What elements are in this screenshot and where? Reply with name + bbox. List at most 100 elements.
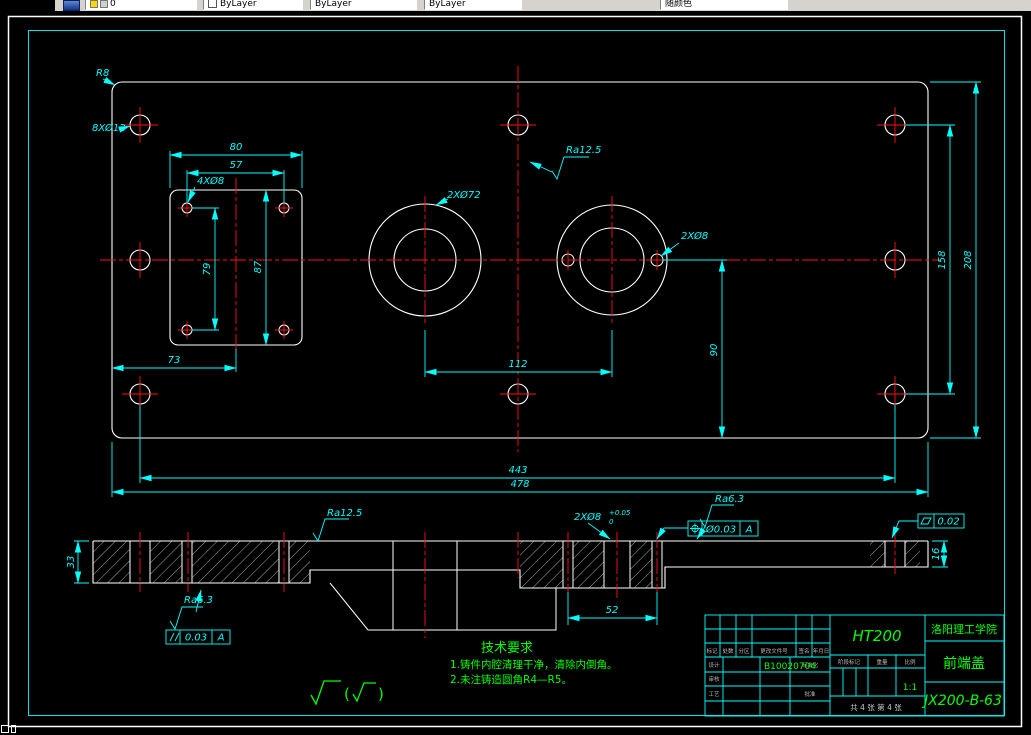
dim-text: 57 <box>230 160 243 171</box>
dim-text: 443 <box>508 465 527 476</box>
linetype-combo[interactable]: ByLayer <box>310 0 417 10</box>
layer-state-icon <box>90 0 98 8</box>
dim-text: 478 <box>510 479 529 490</box>
position-tolerance-frame: Ø0.03 A <box>656 520 759 540</box>
flatness-tolerance-frame: 0.02 <box>891 513 965 539</box>
roughness-icon <box>312 518 349 543</box>
sheet-border <box>7 15 1023 728</box>
section-hatch <box>93 541 920 588</box>
label-r8: R8 <box>96 68 116 86</box>
app-icon <box>63 0 80 11</box>
tech-req-title: 技术要求 <box>481 641 533 656</box>
dim-text: 79 <box>202 263 213 276</box>
color-combo-value: ByLayer <box>220 0 257 9</box>
label-design: 设计 <box>708 661 720 669</box>
lineweight-combo-value: ByLayer <box>429 0 466 9</box>
dim-90: 90 <box>663 259 727 439</box>
label-stage: 阶段标记 <box>838 658 861 666</box>
outer-border <box>7 15 1023 728</box>
roughness-icon <box>169 606 203 631</box>
flatness-symbol-icon <box>920 517 932 525</box>
screen-corner-artifact <box>1 725 16 735</box>
datum-ref: A <box>217 633 225 644</box>
layer-combo[interactable]: 0 <box>85 0 197 10</box>
roughness-text: Ra6.3 <box>715 494 744 505</box>
school-name: 洛阳理工学院 <box>931 622 997 636</box>
roughness-icon <box>551 156 589 181</box>
roughness-ra63-left: Ra6.3 0.03 A <box>165 589 231 645</box>
tech-req-line2: 2.未注铸造圆角R4—R5。 <box>450 673 572 686</box>
parallelism-symbol-icon <box>169 632 180 642</box>
layer-lock-icon <box>100 0 108 8</box>
tolerance-upper: +0.05 <box>609 509 631 517</box>
roughness-text: Ra12.5 <box>566 145 601 156</box>
position-symbol-icon <box>690 523 700 534</box>
dim-33: 33 <box>66 540 89 584</box>
flange-holes-8 <box>181 202 290 336</box>
dim-text: 90 <box>709 344 720 357</box>
dim-text: 2XØ8 <box>574 511 601 523</box>
sheet-info: 共 4 张 第 4 张 <box>850 702 902 712</box>
roughness-icon <box>310 680 341 706</box>
color-swatch <box>208 0 217 8</box>
title-block: 标记 处数 分区 更改文件号 签名 年月日 设计 审核 工艺 标准化 批准 B1… <box>704 614 1005 717</box>
label-8xd12: 8XØ12 <box>92 122 131 134</box>
label-mark: 标记 <box>706 647 718 655</box>
dim-112: 112 <box>424 330 613 377</box>
dim-text: 4XØ8 <box>197 175 224 187</box>
lineweight-combo[interactable]: ByLayer <box>424 0 522 10</box>
label-scale: 比例 <box>904 658 916 666</box>
tolerance-value: Ø0.03 <box>705 524 736 536</box>
label-approve: 批准 <box>804 690 816 698</box>
tolerance-value: 0.02 <box>937 517 959 528</box>
cad-application-window: 0 ByLayer ByLayer ByLayer 随颜色 80 57 4XØ8… <box>0 0 1031 735</box>
label-doc-no: 更改文件号 <box>760 647 788 655</box>
material-value: HT200 <box>852 627 901 645</box>
roughness-ra125-top: Ra12.5 <box>529 145 601 181</box>
label-zone: 分区 <box>738 647 750 655</box>
datum-ref: A <box>745 525 753 536</box>
layer-combo-value: 0 <box>110 0 116 9</box>
centerlines <box>100 66 940 452</box>
dim-text: 33 <box>66 556 77 569</box>
dim-text: 2XØ8 <box>681 230 708 242</box>
label-date: 年月日 <box>813 647 830 655</box>
roughness-icon <box>352 682 376 703</box>
label-2xd72: 2XØ72 <box>435 189 481 206</box>
dim-text: R8 <box>96 68 109 79</box>
dim-text: 8XØ12 <box>92 122 126 134</box>
dim-16: 16 <box>931 540 948 568</box>
artifact-box-icon <box>11 725 16 733</box>
dim-text: 87 <box>253 260 264 273</box>
label-count: 处数 <box>722 647 734 655</box>
label-process: 工艺 <box>708 691 720 698</box>
label-2xd8: 2XØ8 <box>660 230 708 257</box>
tolerance-value: 0.03 <box>185 633 207 644</box>
dim-87: 87 <box>253 189 270 346</box>
roughness-text: Ra6.3 <box>184 595 213 606</box>
part-name: 前端盖 <box>943 655 985 672</box>
paren-open: ( <box>344 685 350 703</box>
scale-value: 1:1 <box>903 683 917 693</box>
designer-id: B10020704 <box>764 662 816 672</box>
plotstyle-combo[interactable]: 随颜色 <box>660 0 788 10</box>
dim-79: 79 <box>192 207 219 331</box>
label-check: 审核 <box>708 675 720 683</box>
roughness-text: Ra12.5 <box>327 508 362 519</box>
drawing-number: JX200-B-63 <box>921 693 1002 709</box>
color-combo[interactable]: ByLayer <box>203 0 303 10</box>
dim-text: 2XØ72 <box>447 189 481 201</box>
label-4xd8: 4XØ8 <box>187 175 224 203</box>
linetype-combo-value: ByLayer <box>315 0 352 9</box>
technical-requirements: 技术要求 1.铸件内腔清理干净，清除内倒角。 2.未注铸造圆角R4—R5。 <box>450 641 618 686</box>
general-roughness-mark: ( ) <box>310 680 384 706</box>
dim-text: 112 <box>508 359 527 370</box>
main-view: 80 57 4XØ8 79 87 73 2XØ72 2XØ8 112 90 15… <box>92 66 981 497</box>
dim-text: 73 <box>168 355 181 366</box>
toolbar-strip <box>55 0 1031 11</box>
dim-text: 208 <box>963 250 974 269</box>
cad-canvas[interactable]: 80 57 4XØ8 79 87 73 2XØ72 2XØ8 112 90 15… <box>0 0 1031 735</box>
properties-toolbar: 0 ByLayer ByLayer ByLayer 随颜色 <box>0 0 1031 11</box>
paren-close: ) <box>378 685 384 703</box>
tech-req-line1: 1.铸件内腔清理干净，清除内倒角。 <box>450 658 618 671</box>
